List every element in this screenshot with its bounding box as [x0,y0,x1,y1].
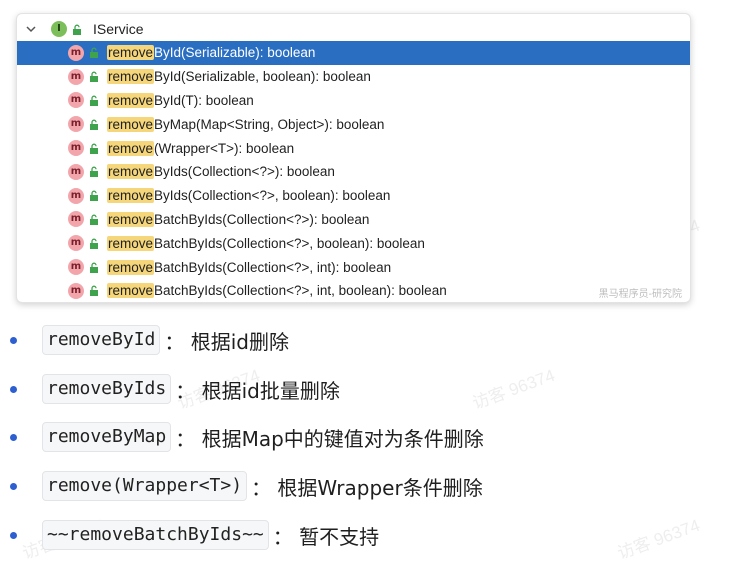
method-completion-popup: I IService m removeById(Serializable): bo… [16,13,691,303]
signature-rest: ByIds(Collection<?>): boolean [154,164,335,180]
match-highlight: remove [107,188,155,204]
lock-icon [89,238,99,249]
method-icon: m [68,187,84,204]
inline-code: remove(Wrapper<T>) [42,471,248,501]
method-row[interactable]: m removeById(Serializable, boolean): bool… [17,65,690,89]
watermark: 访客 96374 [615,515,703,564]
signature-rest: BatchByIds(Collection<?>, int): boolean [154,259,392,275]
panel-watermark: 黑马程序员-研究院 [598,289,682,300]
match-highlight: remove [107,211,155,227]
method-icon: m [68,163,84,180]
method-icon: m [68,92,84,109]
method-signature: removeBatchByIds(Collection<?>, int): bo… [107,259,392,275]
method-row[interactable]: m removeBatchByIds(Collection<?>, int, bo… [17,279,690,302]
lock-icon [89,166,99,178]
inline-code: removeByIds [42,374,172,404]
signature-rest: BatchByIds(Collection<?>): boolean [154,211,370,227]
lock-icon [89,95,99,106]
match-highlight: remove [107,116,155,132]
bullet-description: ： 根据Map中的键值对为条件删除 [175,426,484,451]
signature-rest: ByMap(Map<String, Object>): boolean [154,116,385,132]
bullet-dot [10,433,17,441]
bullet-dot [10,531,17,539]
method-signature: removeBatchByIds(Collection<?>, boolean)… [107,235,425,251]
lock-icon [89,190,99,202]
match-highlight: remove [107,164,155,180]
match-highlight: remove [107,140,155,156]
method-list: m removeById(Serializable): boolean m remov… [17,41,690,302]
method-row[interactable]: m removeBatchByIds(Collection<?>, int): b… [17,255,690,279]
method-row[interactable]: m removeById(Serializable): boolean [17,41,690,65]
lock-icon [89,285,99,297]
bullet-description: ： 根据Wrapper条件删除 [251,475,483,500]
signature-rest: BatchByIds(Collection<?>, int, boolean):… [154,283,447,299]
method-icon: m [68,44,84,61]
method-row[interactable]: m removeByIds(Collection<?>): boolean [17,160,690,184]
method-row[interactable]: m removeBatchByIds(Collection<?>, boolean… [17,231,690,255]
lock-icon [72,24,82,35]
match-highlight: remove [107,235,155,251]
chevron-down-icon[interactable] [25,23,37,35]
inline-code: removeById [42,325,161,355]
lock-icon [89,47,99,59]
tree-node-iservice[interactable]: I IService [17,17,690,41]
bullet-dot [10,336,17,344]
bullet-dot [10,482,17,490]
method-signature: removeByIds(Collection<?>, boolean): boo… [107,188,391,204]
method-signature: removeByIds(Collection<?>): boolean [107,164,335,180]
inline-code: removeByMap [42,422,172,452]
bullet-description: ： 根据id删除 [164,329,289,354]
inline-code: ~~removeBatchByIds~~ [42,520,269,550]
bullet-item: removeById： 根据id删除 [0,323,289,357]
method-row[interactable]: m removeById(T): boolean [17,89,690,113]
interface-name: IService [93,21,144,37]
method-icon: m [68,259,84,276]
method-signature: remove(Wrapper<T>): boolean [107,140,295,156]
watermark: 访客 96374 [470,365,558,414]
method-icon: m [68,211,84,228]
bullet-dot [10,385,17,393]
method-signature: removeById(Serializable): boolean [107,45,316,61]
lock-icon [89,71,99,83]
lock-icon [89,214,99,225]
method-icon: m [68,140,84,157]
signature-rest: BatchByIds(Collection<?>, boolean): bool… [154,235,425,251]
match-highlight: remove [107,69,155,85]
method-icon: m [68,235,84,252]
bullet-item: ~~removeBatchByIds~~： 暂不支持 [0,518,379,552]
match-highlight: remove [107,92,155,108]
lock-icon [89,143,99,154]
match-highlight: remove [107,45,155,61]
bullet-description: ： 暂不支持 [272,524,380,549]
bullet-item: remove(Wrapper<T>)： 根据Wrapper条件删除 [0,469,483,503]
method-signature: removeById(T): boolean [107,92,254,108]
match-highlight: remove [107,259,155,275]
bullet-description: ： 根据id批量删除 [175,378,340,403]
method-signature: removeByMap(Map<String, Object>): boolea… [107,116,385,132]
method-icon: m [68,282,84,299]
method-row[interactable]: m removeBatchByIds(Collection<?>): boolea… [17,208,690,232]
method-icon: m [68,116,84,133]
lock-icon [89,119,99,130]
match-highlight: remove [107,283,155,299]
signature-rest: ByIds(Collection<?>, boolean): boolean [154,188,391,204]
signature-rest: ById(T): boolean [154,92,254,108]
signature-rest: (Wrapper<T>): boolean [154,140,295,156]
bullet-item: removeByMap： 根据Map中的键值对为条件删除 [0,420,484,454]
method-signature: removeBatchByIds(Collection<?>, int, boo… [107,283,447,299]
method-signature: removeBatchByIds(Collection<?>): boolean [107,211,370,227]
bullet-item: removeByIds： 根据id批量删除 [0,372,340,406]
lock-icon [89,262,99,273]
signature-rest: ById(Serializable, boolean): boolean [154,69,371,85]
signature-rest: ById(Serializable): boolean [154,45,316,61]
interface-icon: I [51,21,67,37]
method-signature: removeById(Serializable, boolean): boole… [107,69,371,85]
method-row[interactable]: m remove(Wrapper<T>): boolean [17,136,690,160]
method-row[interactable]: m removeByIds(Collection<?>, boolean): bo… [17,184,690,208]
method-row[interactable]: m removeByMap(Map<String, Object>): boole… [17,112,690,136]
method-icon: m [68,68,84,85]
